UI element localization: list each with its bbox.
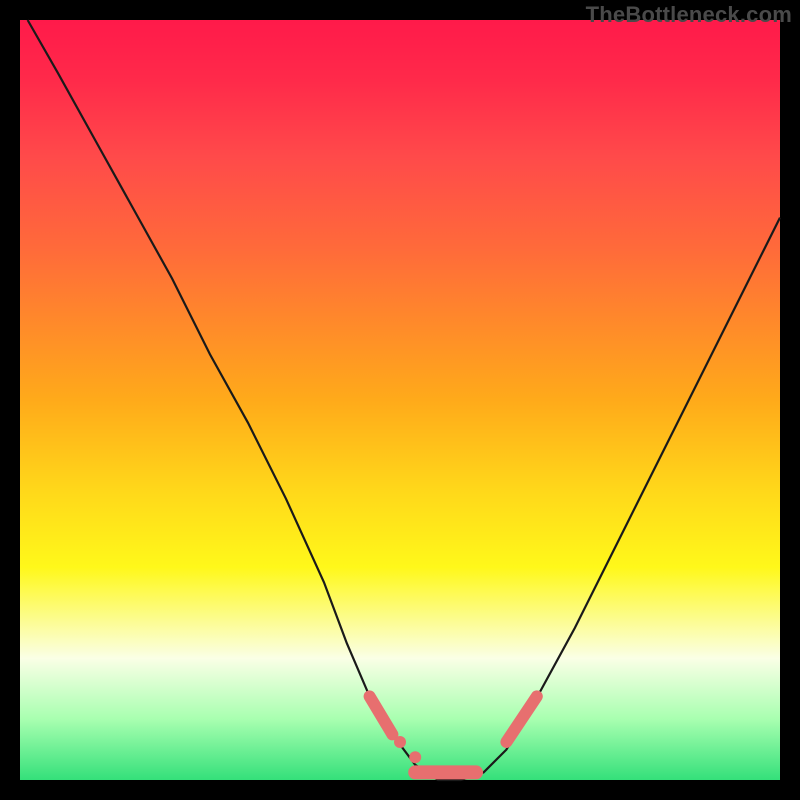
marker-dot-2 (409, 751, 421, 763)
watermark-text: TheBottleneck.com (586, 2, 792, 28)
bottleneck-curve (28, 20, 780, 780)
marker-dot-1 (394, 736, 406, 748)
marker-right-segment (506, 696, 536, 742)
curve-svg (20, 20, 780, 780)
plot-area (20, 20, 780, 780)
chart-frame: TheBottleneck.com (0, 0, 800, 800)
marker-left-segment (370, 696, 393, 734)
